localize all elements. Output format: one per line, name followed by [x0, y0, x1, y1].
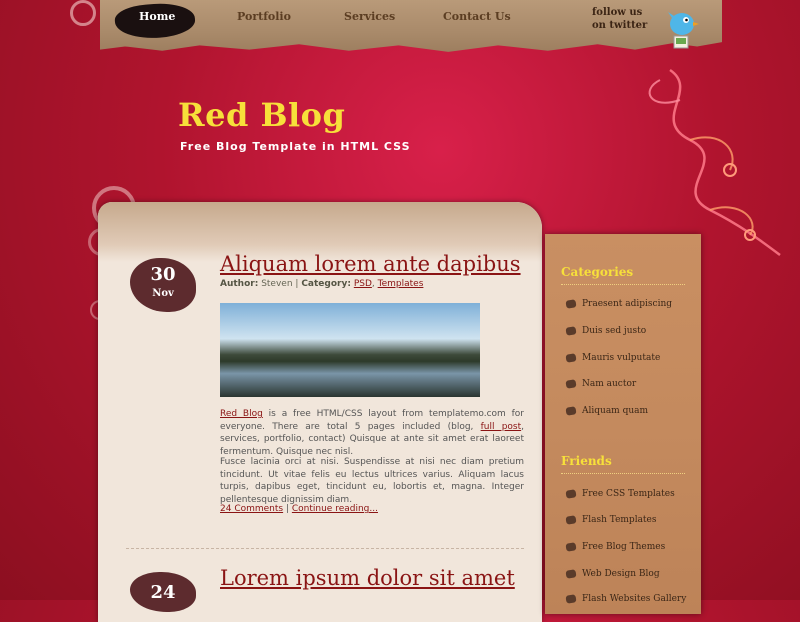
- category-link-templates[interactable]: Templates: [378, 279, 424, 289]
- sidebar-category-item[interactable]: Aliquam quam: [565, 405, 648, 416]
- sidebar-friend-item[interactable]: Free CSS Templates: [565, 488, 675, 499]
- bullet-icon: [565, 514, 577, 525]
- twitter-follow-link[interactable]: follow us on twitter: [592, 6, 652, 32]
- sidebar: [545, 234, 701, 614]
- bullet-icon: [565, 325, 577, 336]
- full-post-link[interactable]: full post: [481, 422, 522, 432]
- post-image-lake: [220, 303, 480, 397]
- heading-divider: [561, 473, 685, 474]
- categories-heading: Categories: [561, 265, 634, 279]
- sidebar-category-item[interactable]: Nam auctor: [565, 378, 636, 389]
- sidebar-category-item[interactable]: Mauris vulputate: [565, 352, 660, 363]
- nav-item-contact[interactable]: Contact Us: [443, 10, 511, 23]
- nav-item-portfolio[interactable]: Portfolio: [237, 10, 291, 23]
- sidebar-friend-item[interactable]: Flash Templates: [565, 514, 657, 525]
- author-label: Author:: [220, 279, 259, 289]
- bullet-icon: [565, 488, 577, 499]
- post-links: 24 Comments | Continue reading...: [220, 504, 378, 514]
- comments-link[interactable]: 24 Comments: [220, 504, 283, 514]
- post-title[interactable]: Aliquam lorem ante dapibus: [220, 252, 521, 276]
- post-date-month: Nov: [152, 288, 174, 299]
- floral-swirl-decoration: [648, 68, 781, 257]
- category-link-psd[interactable]: PSD: [354, 279, 372, 289]
- nav-item-services[interactable]: Services: [344, 10, 395, 23]
- post-divider: [126, 548, 524, 549]
- sidebar-friend-item[interactable]: Free Blog Themes: [565, 541, 665, 552]
- continue-reading-link[interactable]: Continue reading...: [292, 504, 378, 514]
- post-paragraph-2: Fusce lacinia orci at nisi. Suspendisse …: [220, 457, 524, 505]
- heading-divider: [561, 284, 685, 285]
- bullet-icon: [565, 352, 577, 363]
- sidebar-friend-item[interactable]: Flash Websites Gallery: [565, 593, 686, 604]
- bullet-icon: [565, 298, 577, 309]
- friends-heading: Friends: [561, 454, 612, 468]
- site-tagline: Free Blog Template in HTML CSS: [180, 140, 411, 153]
- bullet-icon: [565, 378, 577, 389]
- bullet-icon: [565, 568, 577, 579]
- post-title[interactable]: Lorem ipsum dolor sit amet: [220, 566, 515, 590]
- bullet-icon: [565, 593, 577, 604]
- sidebar-friend-item[interactable]: Web Design Blog: [565, 568, 660, 579]
- category-label: Category:: [301, 279, 351, 289]
- post-paragraph-1: Red Blog is a free HTML/CSS layout from …: [220, 409, 524, 457]
- sidebar-category-item[interactable]: Duis sed justo: [565, 325, 646, 336]
- sidebar-category-item[interactable]: Praesent adipiscing: [565, 298, 672, 309]
- site-title[interactable]: Red Blog: [178, 96, 345, 134]
- bullet-icon: [565, 405, 577, 416]
- nav-item-home[interactable]: Home: [139, 10, 175, 23]
- author-name: Steven: [261, 279, 293, 289]
- post-date-day: 30: [150, 264, 176, 285]
- decor-circle: [70, 0, 96, 26]
- bullet-icon: [565, 541, 577, 552]
- post-meta: Author: Steven | Category: PSD, Template…: [220, 279, 424, 289]
- red-blog-link[interactable]: Red Blog: [220, 409, 263, 419]
- twitter-bird-icon[interactable]: [664, 6, 702, 50]
